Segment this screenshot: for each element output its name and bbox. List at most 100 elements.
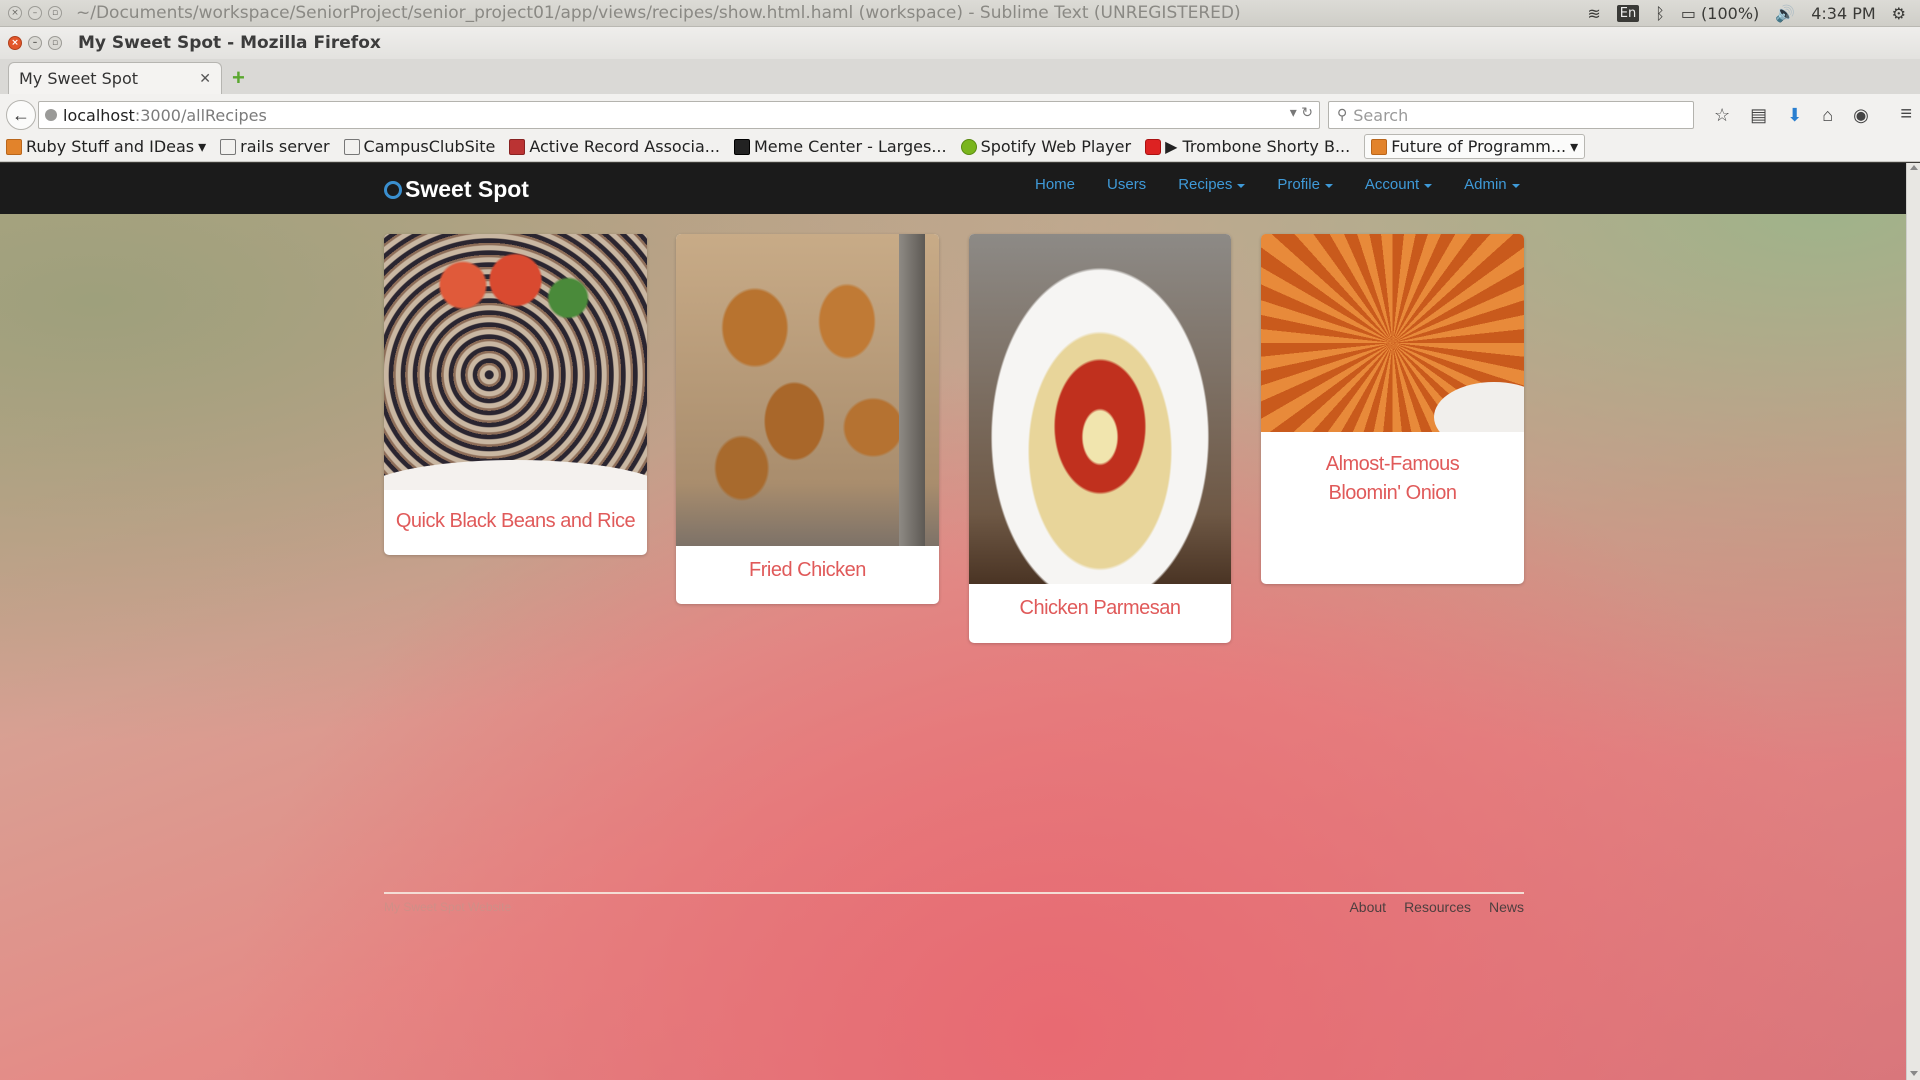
footer-site-name: My Sweet Spot Website: [384, 900, 512, 914]
bookmark-folder[interactable]: Future of Programm... ▾: [1364, 134, 1586, 159]
brand-logo-icon: [384, 180, 402, 199]
plate-shape: [384, 460, 647, 490]
reload-icon[interactable]: ▾ ↻: [1290, 105, 1313, 121]
page-icon: [220, 138, 237, 155]
firefox-window-controls: × – ▫: [8, 36, 62, 50]
page-icon: [343, 138, 360, 155]
nav-home[interactable]: Home: [1035, 176, 1075, 193]
new-tab-icon[interactable]: +: [232, 67, 254, 89]
battery-percent: (100%): [1701, 3, 1760, 23]
url-bar[interactable]: localhost:3000/allRecipes ▾ ↻: [38, 101, 1320, 129]
recipe-image-chicken-parmesan[interactable]: [969, 234, 1231, 584]
tab-label: My Sweet Spot: [19, 69, 139, 88]
bookmark-item[interactable]: rails server: [220, 137, 330, 156]
folder-icon: [1371, 138, 1388, 155]
youtube-icon: [1145, 138, 1162, 155]
os-top-bar: × – ▫ ~/Documents/workspace/SeniorProjec…: [0, 0, 1920, 27]
nav-account-dropdown[interactable]: Account: [1365, 176, 1433, 193]
nav-profile-dropdown[interactable]: Profile: [1277, 176, 1333, 193]
maximize-icon[interactable]: ▫: [48, 6, 62, 20]
scroll-down-icon[interactable]: [1910, 1071, 1918, 1076]
home-icon[interactable]: ⌂: [1822, 105, 1833, 126]
scroll-up-icon[interactable]: [1910, 165, 1918, 170]
caret-down-icon: [1324, 183, 1333, 188]
close-icon[interactable]: ×: [8, 6, 22, 20]
bookmark-item[interactable]: ▶ Trombone Shorty B...: [1145, 137, 1350, 156]
bookmark-item[interactable]: Meme Center - Larges...: [734, 137, 947, 156]
site-identity-icon[interactable]: [45, 109, 57, 121]
footer-link-resources[interactable]: Resources: [1404, 899, 1471, 915]
bookmark-folder[interactable]: Ruby Stuff and IDeas ▾: [6, 137, 206, 156]
plate-shape: [1434, 382, 1524, 432]
bluetooth-icon[interactable]: ᛒ: [1655, 4, 1665, 23]
folder-icon: [6, 138, 22, 155]
recipe-title-link[interactable]: Fried Chicken: [676, 556, 939, 585]
firefox-title-bar: × – ▫ My Sweet Spot - Mozilla Firefox: [0, 27, 1920, 59]
battery-indicator[interactable]: ▭ (100%): [1681, 4, 1759, 23]
recipe-image-bloomin-onion[interactable]: [1261, 234, 1524, 432]
url-path: :3000/allRecipes: [134, 105, 267, 125]
minimize-icon[interactable]: –: [28, 36, 42, 50]
chat-icon[interactable]: ◉: [1853, 105, 1869, 126]
firefox-window-title: My Sweet Spot - Mozilla Firefox: [78, 33, 381, 53]
caret-down-icon: [1511, 183, 1520, 188]
footer-divider: [384, 892, 1524, 894]
bookmark-item[interactable]: Spotify Web Player: [960, 137, 1131, 156]
search-placeholder: Search: [1353, 105, 1409, 125]
system-tray: ≋ En ᛒ ▭ (100%) 🔊 4:34 PM ⚙: [1587, 4, 1906, 23]
bookmark-item[interactable]: Active Record Associa...: [509, 137, 720, 156]
recipe-title-link[interactable]: Almost-Famous Bloomin' Onion: [1261, 450, 1524, 508]
bookmarks-bar: Ruby Stuff and IDeas ▾ rails server Camp…: [0, 132, 1920, 162]
search-input[interactable]: ⚲ Search: [1328, 101, 1694, 129]
os-window-title: ~/Documents/workspace/SeniorProject/seni…: [76, 3, 1241, 23]
nav-users[interactable]: Users: [1107, 176, 1146, 193]
toolbar-icons: ☆ ▤ ⬇ ⌂ ◉: [1714, 105, 1869, 126]
footer-links: About Resources News: [1349, 899, 1524, 915]
tab-strip: My Sweet Spot ✕ +: [0, 59, 1920, 95]
tray-shape: [899, 234, 925, 546]
minimize-icon[interactable]: –: [28, 6, 42, 20]
close-icon[interactable]: ×: [8, 36, 22, 50]
battery-icon: ▭: [1680, 3, 1696, 23]
bookmark-star-icon[interactable]: ☆: [1714, 105, 1730, 126]
footer-link-about[interactable]: About: [1349, 899, 1386, 915]
recipe-image-fried-chicken[interactable]: [676, 234, 939, 546]
clock[interactable]: 4:34 PM: [1811, 4, 1875, 23]
site-menu: Home Users Recipes Profile Account Admin: [1035, 176, 1520, 193]
recipe-card[interactable]: Chicken Parmesan: [969, 234, 1231, 643]
keyboard-layout-indicator[interactable]: En: [1616, 4, 1640, 22]
page-viewport: Sweet Spot Home Users Recipes Profile Ac…: [0, 163, 1920, 1080]
nav-admin-dropdown[interactable]: Admin: [1464, 176, 1520, 193]
recipe-card[interactable]: Quick Black Beans and Rice: [384, 234, 647, 555]
rails-icon: [509, 138, 526, 155]
recipe-card[interactable]: Fried Chicken: [676, 234, 939, 604]
browser-toolbar: ← localhost:3000/allRecipes ▾ ↻ ⚲ Search…: [0, 94, 1920, 136]
tab-my-sweet-spot[interactable]: My Sweet Spot ✕: [8, 62, 222, 94]
wifi-icon[interactable]: ≋: [1587, 4, 1600, 23]
brand-text: Sweet Spot: [405, 176, 529, 202]
recipe-image-beans-rice[interactable]: [384, 234, 647, 490]
recipe-title-link[interactable]: Chicken Parmesan: [969, 594, 1231, 623]
close-tab-icon[interactable]: ✕: [199, 71, 211, 87]
nav-recipes-dropdown[interactable]: Recipes: [1178, 176, 1246, 193]
back-arrow-icon[interactable]: ←: [6, 100, 36, 130]
caret-down-icon: [1237, 183, 1246, 188]
menu-hamburger-icon[interactable]: ≡: [1900, 103, 1912, 126]
volume-icon[interactable]: 🔊: [1775, 4, 1795, 23]
site-brand[interactable]: Sweet Spot: [384, 176, 529, 203]
recipe-card[interactable]: Almost-Famous Bloomin' Onion: [1261, 234, 1524, 584]
download-icon[interactable]: ⬇: [1787, 105, 1802, 126]
url-host: localhost: [63, 105, 135, 125]
site-navbar: Sweet Spot Home Users Recipes Profile Ac…: [0, 163, 1907, 214]
recipe-title-link[interactable]: Quick Black Beans and Rice: [384, 507, 647, 536]
page-scrollbar[interactable]: [1906, 163, 1920, 1080]
bookmark-item[interactable]: CampusClubSite: [343, 137, 495, 156]
footer-link-news[interactable]: News: [1489, 899, 1524, 915]
caret-down-icon: [1424, 183, 1433, 188]
spotify-icon: [960, 138, 977, 155]
reading-list-icon[interactable]: ▤: [1750, 105, 1767, 126]
search-icon: ⚲: [1337, 107, 1348, 123]
sublime-window-controls: × – ▫: [8, 6, 62, 20]
maximize-icon[interactable]: ▫: [48, 36, 62, 50]
gear-icon[interactable]: ⚙: [1892, 4, 1906, 23]
